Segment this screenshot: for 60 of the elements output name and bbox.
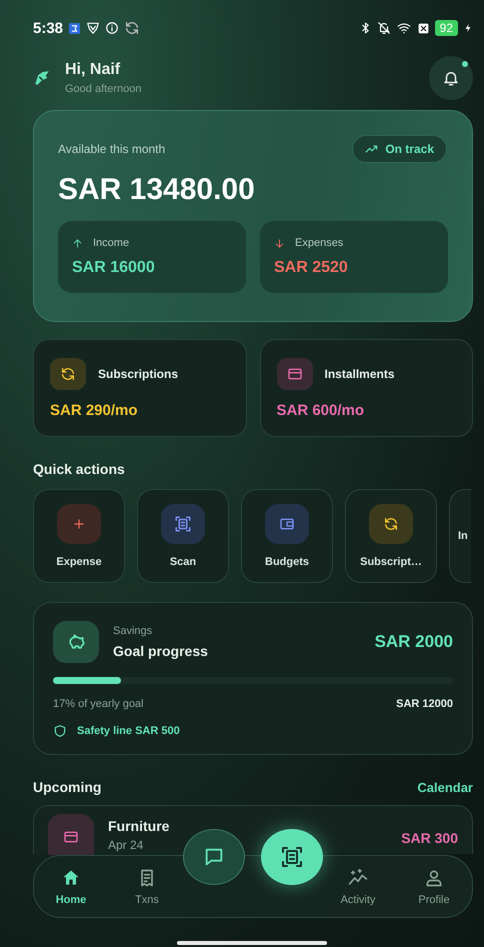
quick-action[interactable]: Expense: [33, 489, 125, 583]
sync-icon: [124, 20, 140, 36]
wifi-icon: [396, 21, 412, 35]
subscriptions-card[interactable]: Subscriptions SAR 290/mo: [33, 339, 246, 437]
upcoming-item[interactable]: Furniture Apr 24 SAR 300: [33, 805, 473, 854]
wallet-icon: [279, 516, 295, 532]
stat-label: Income: [93, 237, 130, 249]
clock: 5:38: [33, 20, 64, 36]
muted-bell-icon: [376, 21, 391, 35]
sim-icon: [416, 22, 430, 34]
subtitle: Good afternoon: [65, 83, 142, 95]
battery-level: 92: [434, 20, 458, 36]
safety-line: Safety line SAR 500: [77, 725, 180, 737]
goal-amount: SAR 12000: [396, 698, 453, 710]
card-amount: SAR 290/mo: [50, 402, 139, 418]
item-name: Furniture: [108, 818, 170, 834]
item-date: Apr 24: [108, 838, 144, 852]
stat-value: SAR 2520: [274, 259, 349, 277]
card-amount: SAR 600/mo: [276, 402, 366, 418]
arrow-down-icon: [274, 238, 285, 248]
card-icon: [286, 366, 302, 382]
plus-icon: [72, 517, 86, 531]
stat-value: SAR 16000: [72, 259, 156, 277]
progress-caption: 17% of yearly goal: [53, 698, 144, 710]
home-icon: [61, 868, 81, 888]
greeting: Hi, Naif: [65, 61, 122, 79]
scan-icon: [280, 845, 304, 869]
savings-title: Goal progress: [113, 643, 209, 659]
nav-tab[interactable]: Home: [41, 868, 101, 906]
nav-tab[interactable]: Activity: [328, 868, 388, 906]
balance-label: Available this month: [58, 142, 166, 156]
section-title: Upcoming: [33, 779, 102, 795]
notifications-button[interactable]: [429, 56, 473, 100]
item-amount: SAR 300: [401, 830, 458, 846]
arrow-up-icon: [72, 238, 83, 248]
badge-label: On track: [385, 142, 434, 156]
savings-label: Savings: [113, 625, 154, 637]
sync-icon: [60, 366, 76, 382]
section-title: Quick actions: [33, 461, 126, 477]
card-title: Subscriptions: [98, 366, 178, 380]
scan-icon: [174, 515, 192, 533]
nav-tab[interactable]: Profile: [404, 868, 464, 906]
calendar-link[interactable]: Calendar: [417, 780, 473, 794]
sync-icon: [383, 516, 399, 532]
installments-card[interactable]: Installments SAR 600/mo: [260, 339, 473, 437]
chat-icon: [203, 846, 225, 868]
person-icon: [424, 868, 444, 888]
quick-action[interactable]: In: [449, 489, 471, 583]
balance-amount: SAR 13480.00: [58, 173, 256, 207]
info-icon: [105, 21, 120, 35]
savings-amount: SAR 2000: [374, 632, 453, 652]
card-icon: [63, 829, 79, 845]
card-title: Installments: [324, 366, 395, 380]
quick-action[interactable]: Subscript…: [345, 489, 437, 583]
nav-tab[interactable]: Txns: [117, 868, 177, 906]
bell-icon: [442, 69, 460, 87]
trend-line-icon: [347, 868, 369, 888]
quick-action[interactable]: Budgets: [241, 489, 333, 583]
quick-action[interactable]: Scan: [137, 489, 229, 583]
stat-label: Expenses: [295, 237, 344, 249]
